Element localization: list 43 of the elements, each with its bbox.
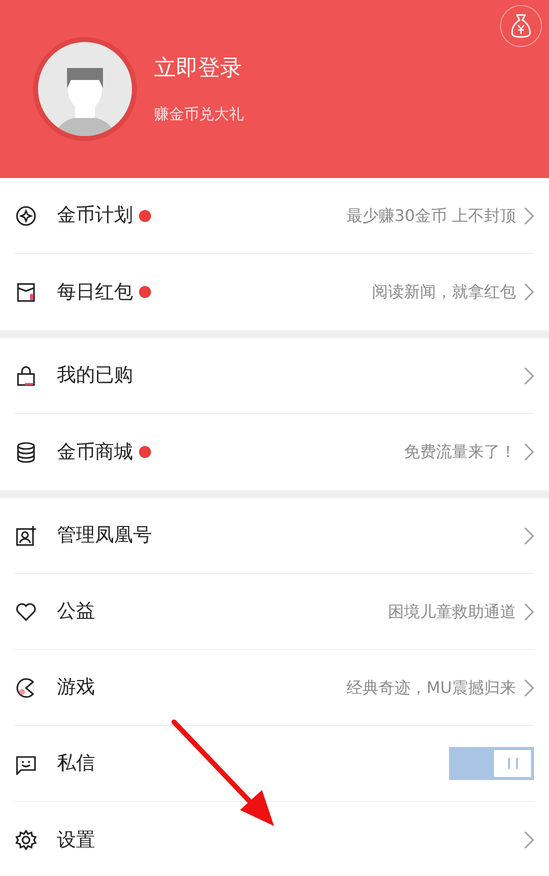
- pacman-icon: [15, 676, 37, 698]
- menu-label: 我的已购: [57, 363, 133, 388]
- menu-row[interactable]: 我的已购: [15, 338, 534, 414]
- menu-label: 金币计划: [57, 203, 133, 228]
- menu-detail: 免费流量来了！: [404, 441, 516, 463]
- chevron-right-icon: [524, 526, 534, 544]
- menu-detail: 阅读新闻，就拿红包: [372, 281, 516, 303]
- menu-detail: 经典奇迹，MU震撼归来: [346, 676, 516, 698]
- menu-detail: 最少赚30金币 上不封顶: [346, 204, 516, 226]
- settings-icon: [15, 829, 37, 851]
- coin-icon: [15, 204, 37, 226]
- profile-plus-icon: [15, 524, 37, 546]
- toggle-switch[interactable]: [449, 747, 534, 780]
- chevron-right-icon: [524, 443, 534, 461]
- chevron-right-icon: [524, 366, 534, 384]
- menu-label: 设置: [57, 828, 95, 853]
- chevron-right-icon: [524, 831, 534, 849]
- menu-label: 游戏: [57, 675, 95, 700]
- menu-label: 公益: [57, 599, 95, 624]
- login-subtitle: 赚金币兑大礼: [154, 104, 244, 126]
- chevron-right-icon: [524, 678, 534, 696]
- menu-row[interactable]: 管理凤凰号: [15, 498, 534, 574]
- menu-row[interactable]: 游戏 经典奇迹，MU震撼归来: [15, 650, 534, 726]
- menu-label: 私信: [57, 751, 95, 776]
- menu-label: 每日红包: [57, 280, 133, 305]
- money-bag-icon: [510, 13, 532, 39]
- chevron-right-icon: [524, 283, 534, 301]
- menu-row[interactable]: 设置: [15, 802, 534, 876]
- chevron-right-icon: [524, 206, 534, 224]
- money-bag-button[interactable]: [500, 5, 542, 47]
- menu-row[interactable]: 金币商城 免费流量来了！: [15, 414, 534, 490]
- menu-label: 管理凤凰号: [57, 523, 152, 548]
- menu-detail: 困境儿童救助通道: [388, 600, 516, 622]
- heart-icon: [15, 600, 37, 622]
- menu-row[interactable]: 公益 困境儿童救助通道: [15, 574, 534, 650]
- coin-stack-icon: [15, 441, 37, 463]
- chevron-right-icon: [524, 602, 534, 620]
- envelope-icon: [15, 281, 37, 303]
- menu-row[interactable]: 金币计划 最少赚30金币 上不封顶: [15, 178, 534, 254]
- menu-label: 金币商城: [57, 440, 133, 465]
- menu-row[interactable]: 私信: [15, 726, 534, 802]
- bag-icon: [15, 364, 37, 386]
- menu-row[interactable]: 每日红包 阅读新闻，就拿红包: [15, 254, 534, 330]
